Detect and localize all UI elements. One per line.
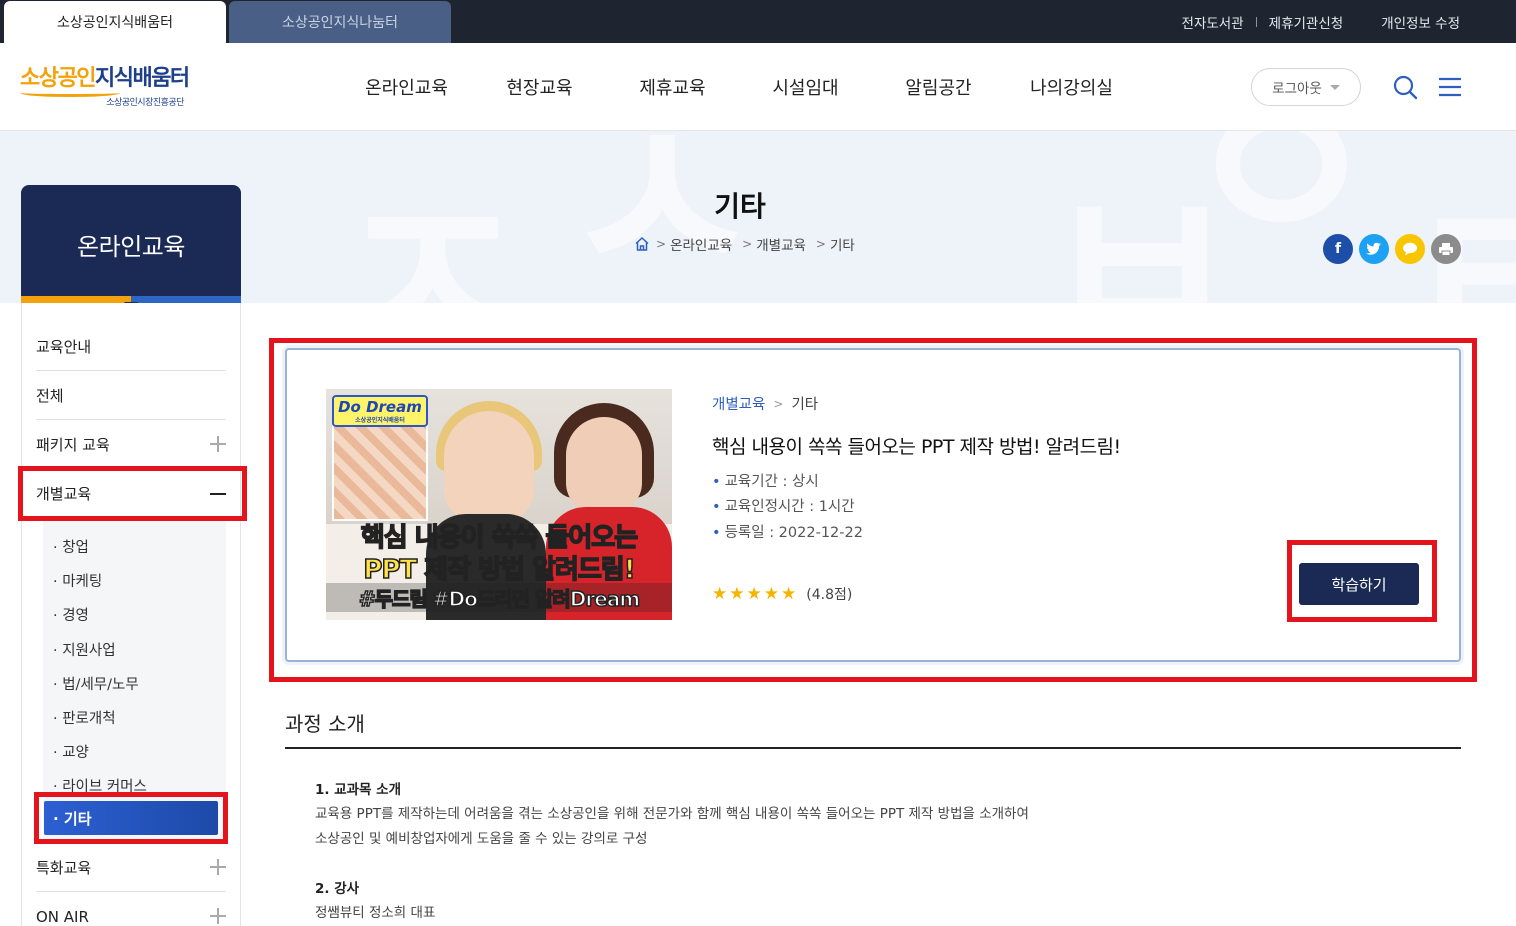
intro-instructor-text: 정쌤뷰티 정소희 대표 (315, 905, 436, 921)
highlight-box-other (34, 792, 228, 844)
chevron-down-icon (1329, 84, 1340, 90)
main-nav: 온라인교육 현장교육 제휴교육 시설임대 알림공간 나의강의실 (340, 43, 1138, 131)
intro-subject-heading: 1. 교과목 소개 (315, 782, 402, 798)
top-link-e-library[interactable]: 전자도서관 (1182, 12, 1244, 32)
hero-decoration: ㅇ (1180, 131, 1383, 299)
sidebar-item-education-guide[interactable]: 교육안내 (36, 322, 226, 371)
twitter-icon[interactable] (1359, 234, 1389, 264)
plus-icon[interactable] (210, 908, 226, 924)
submenu-item-startup[interactable]: · 창업 (53, 536, 89, 557)
sidebar-item-label: 특화교육 (36, 858, 92, 877)
logo-subtext: 소상공인시장진흥공단 (106, 98, 184, 108)
breadcrumb-item[interactable]: 개별교육 (756, 234, 806, 254)
kakao-icon[interactable] (1395, 234, 1425, 264)
highlight-box-study-button (1287, 540, 1437, 622)
search-icon[interactable] (1392, 74, 1418, 100)
logout-button[interactable]: 로그아웃 (1251, 68, 1361, 106)
sidebar-title: 온라인교육 (21, 185, 241, 303)
intro-subject-text: 소상공인 및 예비창업자에게 도움을 줄 수 있는 강의로 구성 (315, 831, 648, 847)
section-divider (285, 747, 1461, 749)
sidebar-item-label: ON AIR (36, 907, 89, 926)
site-logo[interactable]: 소상공인지식배움터 소상공인시장진흥공단 (20, 65, 190, 109)
highlight-box-individual-education (18, 466, 247, 521)
chevron-right-icon: > (742, 237, 753, 251)
nav-partner-education[interactable]: 제휴교육 (606, 74, 739, 100)
plus-icon[interactable] (210, 859, 226, 875)
chevron-right-icon: > (656, 237, 667, 251)
hero-decoration: ㅈ (330, 153, 533, 303)
top-bar: 소상공인지식배움터 소상공인지식나눔터 전자도서관 제휴기관신청 개인정보 수정 (0, 0, 1516, 43)
nav-online-education[interactable]: 온라인교육 (340, 74, 473, 100)
plus-icon[interactable] (210, 436, 226, 452)
print-icon[interactable] (1431, 234, 1461, 264)
home-icon[interactable] (634, 236, 650, 252)
logo-swoosh (20, 89, 120, 97)
sidebar-item-label: 전체 (36, 386, 64, 405)
nav-facility-rental[interactable]: 시설임대 (739, 74, 872, 100)
top-link-separator (1355, 17, 1359, 27)
submenu-item-support-program[interactable]: · 지원사업 (53, 639, 116, 660)
tab-knowledge-sharing[interactable]: 소상공인지식나눔터 (229, 1, 451, 43)
sidebar-item-label: 패키지 교육 (36, 435, 110, 454)
top-link-separator (1255, 16, 1257, 27)
top-links: 전자도서관 제휴기관신청 개인정보 수정 (1182, 0, 1460, 43)
hamburger-menu-icon[interactable] (1437, 74, 1463, 100)
nav-notice[interactable]: 알림공간 (872, 74, 1005, 100)
breadcrumb-item[interactable]: 온라인교육 (670, 234, 732, 254)
sidebar-item-on-air[interactable]: ON AIR (36, 892, 226, 926)
submenu-item-culture[interactable]: · 교양 (53, 741, 89, 762)
nav-my-classroom[interactable]: 나의강의실 (1005, 74, 1138, 100)
intro-instructor-heading: 2. 강사 (315, 881, 360, 897)
top-link-edit-profile[interactable]: 개인정보 수정 (1381, 12, 1460, 32)
nav-field-education[interactable]: 현장교육 (473, 74, 606, 100)
sidebar-item-label: 교육안내 (36, 337, 92, 356)
submenu-item-sales-channel[interactable]: · 판로개척 (53, 707, 116, 728)
submenu-item-law-tax-labor[interactable]: · 법/세무/노무 (53, 673, 139, 694)
facebook-icon[interactable]: f (1323, 234, 1353, 264)
breadcrumb: > 온라인교육 > 개별교육 > 기타 (634, 234, 855, 254)
chevron-right-icon: > (815, 237, 826, 251)
sidebar-item-package-education[interactable]: 패키지 교육 (36, 420, 226, 469)
breadcrumb-item: 기타 (829, 238, 855, 254)
section-title: 과정 소개 (285, 712, 365, 736)
submenu-item-management[interactable]: · 경영 (53, 604, 89, 625)
site-header: 소상공인지식배움터 소상공인시장진흥공단 온라인교육 현장교육 제휴교육 시설임… (0, 43, 1516, 131)
logout-label: 로그아웃 (1272, 81, 1322, 97)
sidebar-item-special-education[interactable]: 특화교육 (36, 843, 226, 892)
tab-knowledge-learning[interactable]: 소상공인지식배움터 (4, 1, 226, 43)
page-title: 기타 (714, 190, 766, 223)
top-link-partner-apply[interactable]: 제휴기관신청 (1269, 12, 1344, 32)
sidebar-title-bar (21, 296, 241, 309)
intro-subject-text: 교육용 PPT를 제작하는데 어려움을 겪는 소상공인을 위해 전문가와 함께 … (315, 806, 1029, 822)
sidebar-item-all[interactable]: 전체 (36, 371, 226, 420)
submenu-item-marketing[interactable]: · 마케팅 (53, 570, 102, 591)
highlight-box-course-card (269, 338, 1477, 682)
